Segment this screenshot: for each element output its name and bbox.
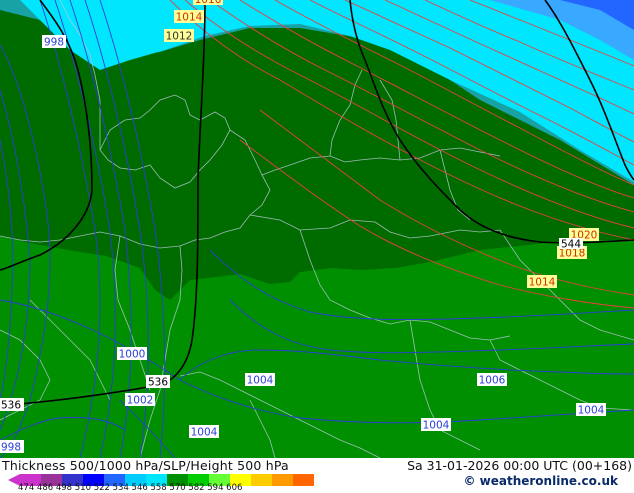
color-scale-ticks: 474 486 498 510 522 534 546 558 570 582 … (18, 483, 243, 493)
pressure-label: 1004 (189, 425, 219, 439)
svg-text:1014: 1014 (176, 12, 203, 24)
svg-text:1002: 1002 (127, 395, 154, 407)
forecast-datetime: Sa 31-01-2026 00:00 UTC (00+168) (407, 458, 632, 473)
svg-text:998: 998 (44, 37, 64, 49)
pressure-label: 1000 (117, 347, 147, 361)
map-title: Thickness 500/1000 hPa/SLP/Height 500 hP… (2, 458, 289, 473)
pressure-label: 998 (0, 440, 24, 454)
svg-text:1000: 1000 (119, 349, 146, 361)
pressure-label: 1012 (164, 29, 194, 43)
scale-swatch (251, 474, 272, 486)
svg-text:1004: 1004 (578, 405, 605, 417)
svg-text:998: 998 (1, 442, 21, 454)
map-footer: Thickness 500/1000 hPa/SLP/Height 500 hP… (0, 458, 634, 493)
pressure-label: 1014 (527, 275, 557, 289)
weather-map: 998 1014 1012 1020 1018 1014 1000 1002 1… (0, 0, 634, 458)
pressure-label: 998 (42, 35, 66, 49)
height-label: 536 (146, 375, 170, 389)
svg-text:1014: 1014 (529, 277, 556, 289)
pressure-label: 1014 (174, 10, 204, 24)
height-label: 536 (0, 398, 24, 412)
height-label: 544 (559, 238, 583, 251)
svg-text:1012: 1012 (166, 31, 193, 43)
svg-text:1004: 1004 (247, 375, 274, 387)
pressure-label: 1004 (576, 403, 606, 417)
pressure-label: 1002 (125, 393, 155, 407)
scale-swatch (272, 474, 293, 486)
scale-swatch (293, 474, 314, 486)
svg-text:536: 536 (1, 400, 21, 412)
svg-text:1004: 1004 (191, 427, 218, 439)
svg-text:1006: 1006 (479, 375, 506, 387)
pressure-label: 1004 (245, 373, 275, 387)
svg-text:536: 536 (148, 377, 168, 389)
svg-text:1004: 1004 (423, 420, 450, 432)
credit-link[interactable]: © weatheronline.co.uk (463, 474, 618, 488)
svg-text:1016: 1016 (195, 0, 222, 6)
pressure-label: 1006 (477, 373, 507, 387)
pressure-label: 1016 (193, 0, 223, 6)
svg-text:544: 544 (561, 239, 581, 251)
pressure-label: 1004 (421, 418, 451, 432)
